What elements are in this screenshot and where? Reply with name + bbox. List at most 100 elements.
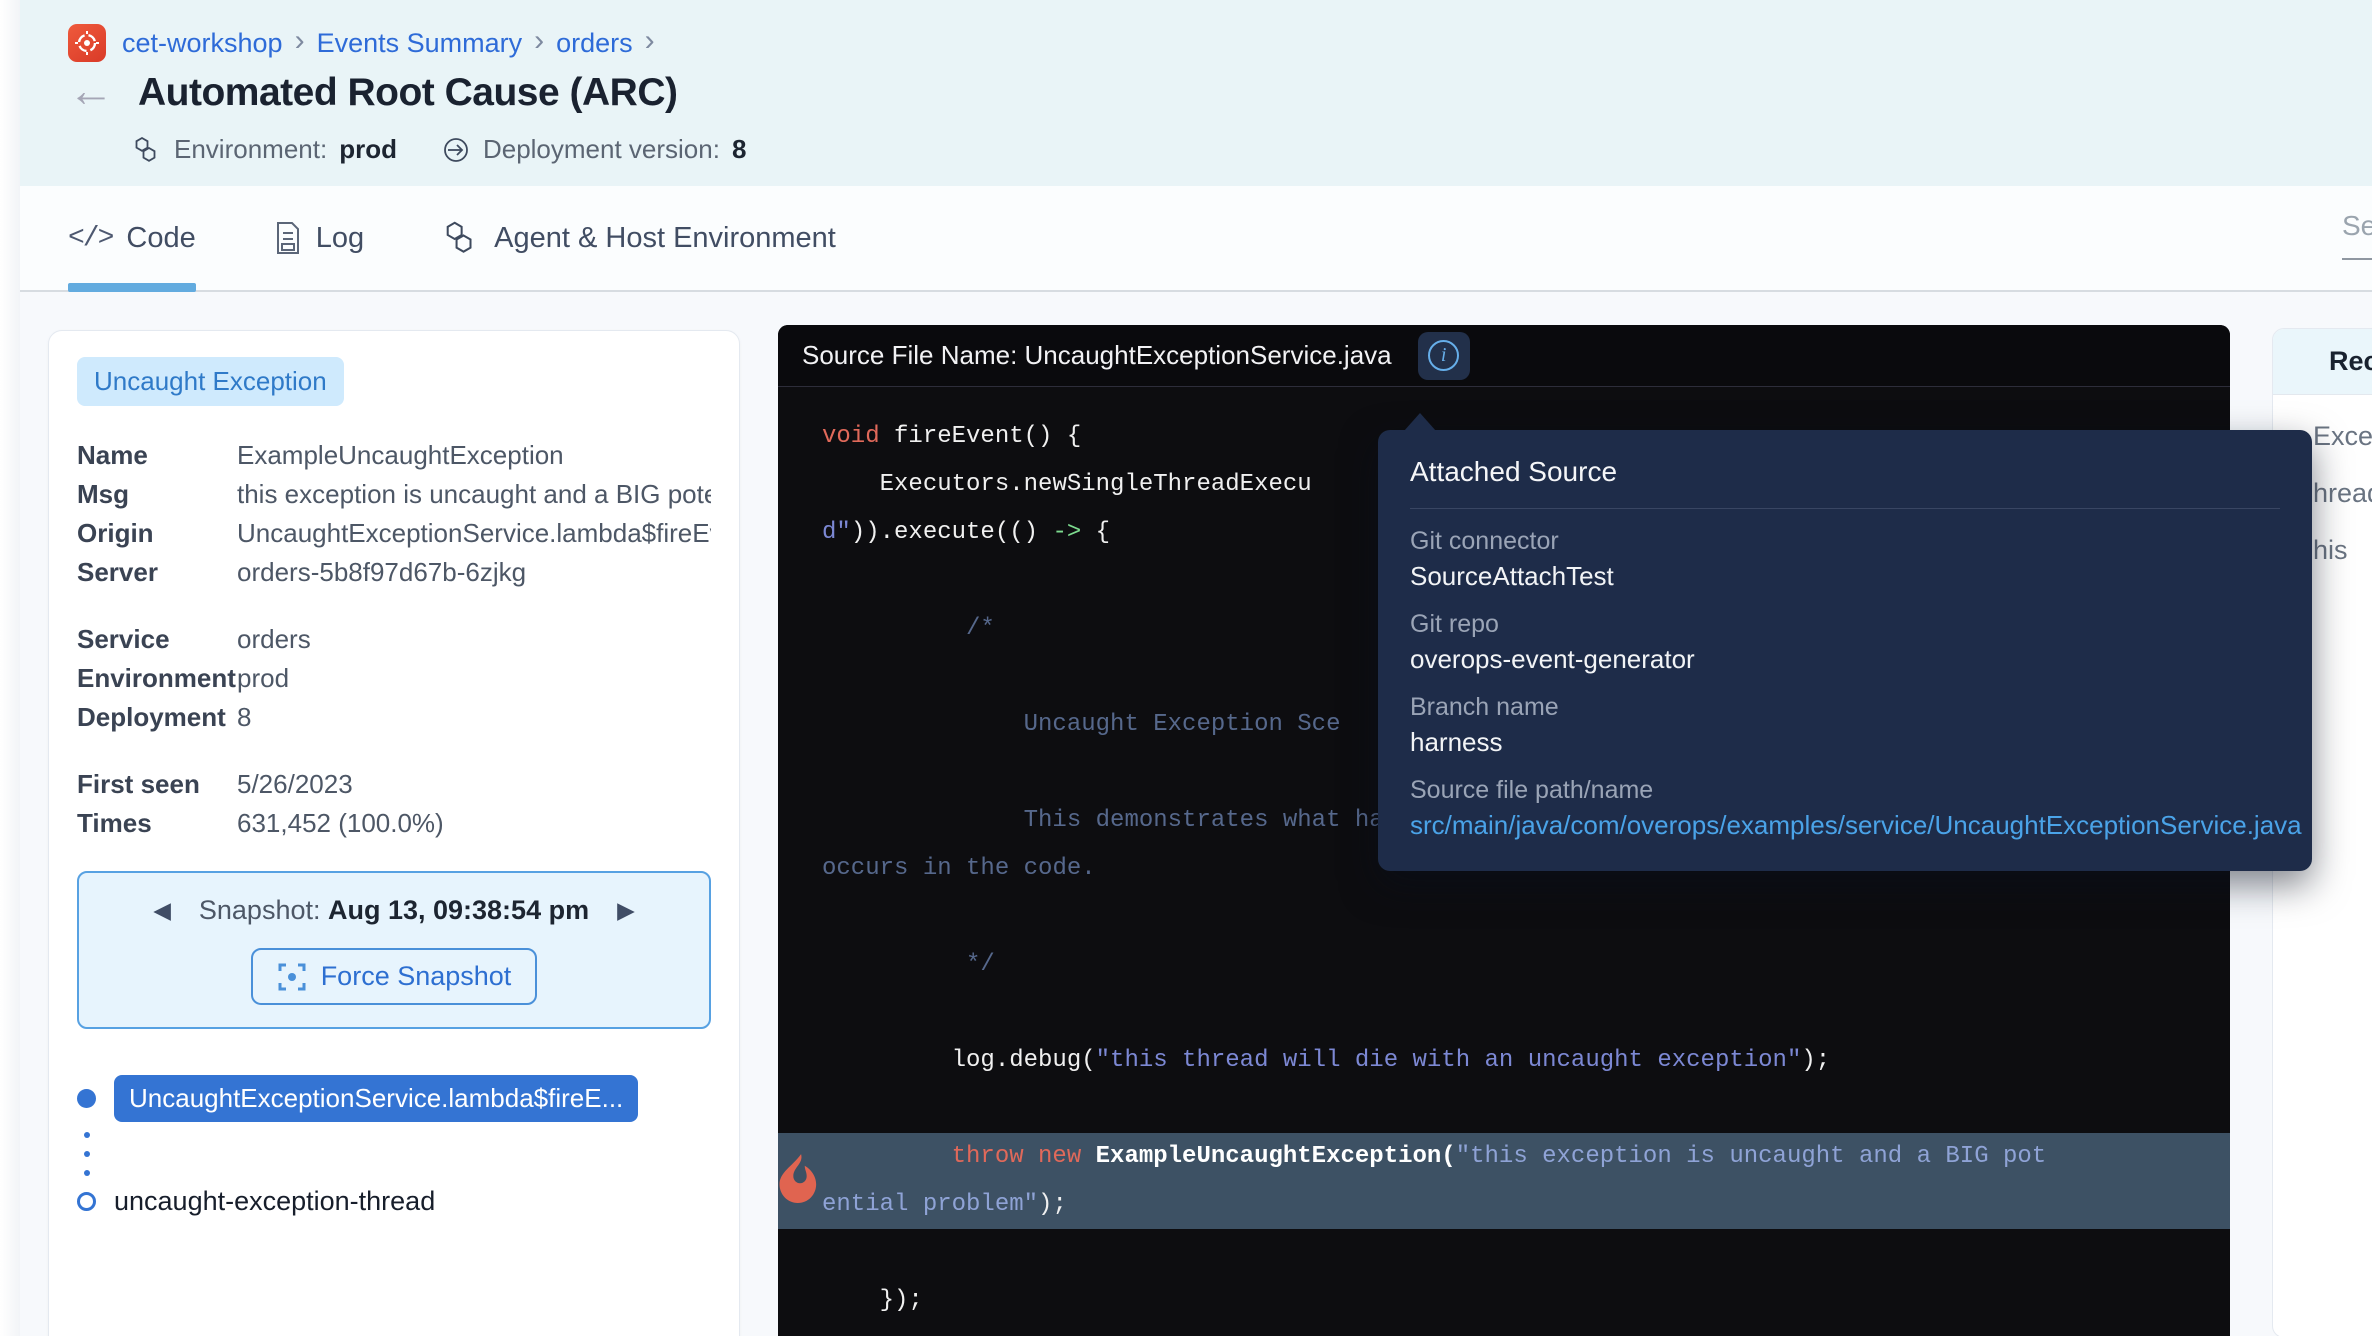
code-token: Executors.newSingleThreadExecu	[880, 471, 1312, 498]
code-token: void	[822, 423, 880, 450]
page-header: cet-workshop › Events Summary › orders ›…	[20, 0, 2372, 186]
breadcrumb: cet-workshop › Events Summary › orders ›	[68, 24, 655, 62]
code-token: occurs in the code.	[822, 855, 1096, 882]
stack-thread-bullet	[77, 1192, 96, 1211]
field-row: Environmentprod	[77, 659, 711, 698]
code-token: );	[1038, 1191, 1067, 1218]
attached-source-tooltip: Attached Source Git connectorSourceAttac…	[1378, 430, 2312, 871]
source-file-name: Source File Name: UncaughtExceptionServi…	[802, 340, 1392, 371]
code-line: log.debug("this thread will die with an …	[778, 1037, 2230, 1085]
field-group: First seen5/26/2023Times631,452 (100.0%)	[77, 765, 711, 843]
field-value: this exception is uncaught and a BIG pot…	[237, 475, 711, 514]
code-line: ential problem");	[778, 1181, 2230, 1229]
code-line	[778, 1085, 2230, 1133]
version-icon	[441, 135, 471, 165]
field-row: Deployment8	[77, 698, 711, 737]
snapshot-capture-icon	[277, 962, 307, 992]
code-token: */	[966, 951, 995, 978]
info-icon: i	[1428, 340, 1459, 371]
deployment-value: 8	[732, 134, 746, 165]
field-label: Name	[77, 436, 237, 475]
deployment-meta: Deployment version: 8	[441, 134, 746, 165]
hexagons-icon	[132, 135, 162, 165]
snapshot-label-text: Snapshot:	[199, 895, 328, 925]
snapshot-next-button[interactable]: ▶	[617, 897, 635, 924]
field-row: Serverorders-5b8f97d67b-6zjkg	[77, 553, 711, 592]
stack-thread-item[interactable]: uncaught-exception-thread	[114, 1186, 435, 1217]
code-token: Uncaught Exception Sce	[1024, 711, 1341, 738]
tab-log-label: Log	[316, 222, 364, 255]
field-group: ServiceordersEnvironmentprodDeployment8	[77, 620, 711, 737]
stack-connector-dots	[84, 1132, 711, 1176]
active-tab-underline	[68, 283, 196, 292]
field-label: Environment	[77, 659, 237, 698]
field-row: Times631,452 (100.0%)	[77, 804, 711, 843]
code-token: ential problem"	[822, 1191, 1038, 1218]
breadcrumb-link-workspace[interactable]: cet-workshop	[122, 28, 283, 59]
tooltip-divider	[1410, 508, 2280, 509]
event-details-card: Uncaught Exception NameExampleUncaughtEx…	[48, 330, 740, 1336]
field-value: orders	[237, 620, 711, 659]
search-input[interactable]: Sea	[2342, 210, 2372, 260]
tab-bar: </> Code Log Agent & Host Enviro	[20, 186, 2372, 292]
code-token: throw new	[952, 1143, 1096, 1170]
tooltip-fields: Git connectorSourceAttachTestGit repoove…	[1410, 527, 2280, 841]
event-type-badge: Uncaught Exception	[77, 357, 344, 406]
attached-source-info-button[interactable]: i	[1418, 332, 1470, 380]
field-label: Times	[77, 804, 237, 843]
page-title: Automated Root Cause (ARC)	[138, 71, 678, 115]
code-line: });	[778, 1277, 2230, 1325]
field-label: First seen	[77, 765, 237, 804]
tooltip-field-label: Branch name	[1410, 693, 2280, 722]
breadcrumb-link-events-summary[interactable]: Events Summary	[317, 28, 523, 59]
code-token: log.debug(	[952, 1047, 1096, 1074]
event-fields: NameExampleUncaughtExceptionMsgthis exce…	[77, 436, 711, 843]
breadcrumb-separator: ›	[645, 26, 655, 56]
code-token: ->	[1052, 519, 1081, 546]
code-line	[778, 989, 2230, 1037]
field-row: Serviceorders	[77, 620, 711, 659]
force-snapshot-button[interactable]: Force Snapshot	[251, 948, 538, 1005]
field-value: UncaughtExceptionService.lambda$fireEven	[237, 514, 711, 553]
field-row: Msgthis exception is uncaught and a BIG …	[77, 475, 711, 514]
environment-meta: Environment: prod	[132, 134, 397, 165]
breadcrumb-separator: ›	[295, 26, 305, 56]
field-row: OriginUncaughtExceptionService.lambda$fi…	[77, 514, 711, 553]
field-value: 631,452 (100.0%)	[237, 804, 711, 843]
code-token: {	[1081, 519, 1110, 546]
field-label: Deployment	[77, 698, 237, 737]
tooltip-source-path-link[interactable]: src/main/java/com/overops/examples/servi…	[1410, 810, 2280, 841]
field-group: NameExampleUncaughtExceptionMsgthis exce…	[77, 436, 711, 592]
deployment-label: Deployment version:	[483, 134, 720, 165]
code-token: d"	[822, 519, 851, 546]
field-value: orders-5b8f97d67b-6zjkg	[237, 553, 711, 592]
code-viewer-header: Source File Name: UncaughtExceptionServi…	[778, 325, 2230, 387]
code-token: "this exception is uncaught and a BIG po…	[1456, 1143, 2047, 1170]
app-logo-icon[interactable]	[68, 24, 106, 62]
code-line: */	[778, 941, 2230, 989]
tab-code[interactable]: </> Code	[68, 222, 196, 255]
code-token: )).execute(()	[851, 519, 1053, 546]
field-value: ExampleUncaughtException	[237, 436, 711, 475]
stack-trace: UncaughtExceptionService.lambda$fireE...…	[77, 1075, 711, 1217]
tooltip-field-value: harness	[1410, 727, 2280, 758]
stack-frame-selected[interactable]: UncaughtExceptionService.lambda$fireE...	[114, 1075, 638, 1122]
back-arrow-icon[interactable]: ←	[68, 67, 114, 113]
environment-label: Environment:	[174, 134, 327, 165]
environment-value: prod	[339, 134, 397, 165]
left-edge-strip	[0, 0, 20, 1336]
tooltip-field-label: Git repo	[1410, 610, 2280, 639]
tab-agent-label: Agent & Host Environment	[494, 222, 836, 255]
tab-agent-host-environment[interactable]: Agent & Host Environment	[442, 219, 836, 257]
tab-log[interactable]: Log	[274, 221, 364, 255]
code-token: );	[1801, 1047, 1830, 1074]
field-label: Server	[77, 553, 237, 592]
field-row: First seen5/26/2023	[77, 765, 711, 804]
breadcrumb-link-service[interactable]: orders	[556, 28, 633, 59]
breadcrumb-separator: ›	[534, 26, 544, 56]
field-value: 5/26/2023	[237, 765, 711, 804]
error-flame-icon	[778, 1152, 826, 1208]
field-label: Origin	[77, 514, 237, 553]
recommendations-panel-header: Recor	[2273, 329, 2372, 395]
snapshot-prev-button[interactable]: ◀	[153, 897, 171, 924]
